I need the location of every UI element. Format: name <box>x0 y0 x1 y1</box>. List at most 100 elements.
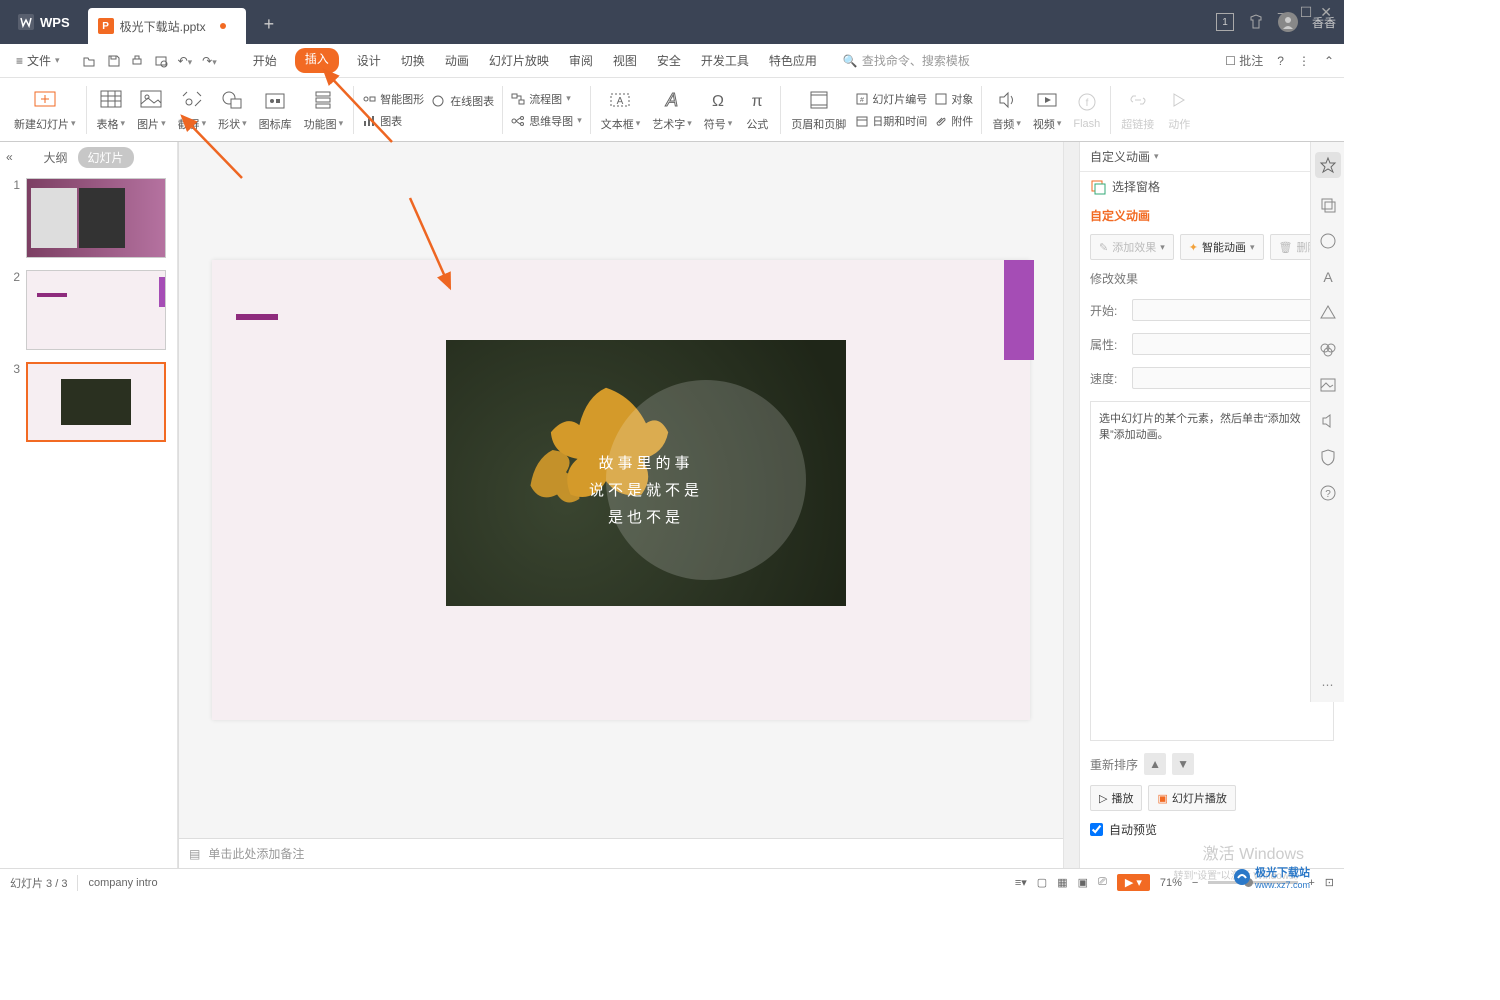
undo-icon[interactable]: ↶▾ <box>178 54 193 68</box>
document-tab[interactable]: P 极光下载站.pptx <box>88 8 246 44</box>
tab-transition[interactable]: 切换 <box>399 48 427 73</box>
open-icon[interactable] <box>82 54 96 68</box>
tab-developer[interactable]: 开发工具 <box>699 48 751 73</box>
sorter-view-icon[interactable]: ▦ <box>1057 876 1067 889</box>
slide-3[interactable]: 故事里的事 说不是就不是 是也不是 <box>212 260 1030 720</box>
notes-toggle-icon[interactable]: ≡▾ <box>1015 876 1027 889</box>
symbol-button[interactable]: Ω 符号▾ <box>698 80 739 140</box>
slide-thumb-3[interactable]: 3 <box>6 362 171 442</box>
table-button[interactable]: 表格▾ <box>91 80 132 140</box>
start-select[interactable] <box>1132 299 1334 321</box>
inserted-image[interactable]: 故事里的事 说不是就不是 是也不是 <box>446 340 846 606</box>
shield-side-icon[interactable] <box>1319 448 1337 466</box>
icon-library-icon <box>262 88 288 112</box>
object-button[interactable]: 对象 <box>935 91 973 107</box>
speed-select[interactable] <box>1132 367 1334 389</box>
move-down-button[interactable]: ▼ <box>1172 753 1194 775</box>
layers-side-icon[interactable] <box>1319 196 1337 214</box>
image-side-icon[interactable] <box>1319 376 1337 394</box>
formula-button[interactable]: π 公式 <box>738 80 776 140</box>
slide-thumb-2[interactable]: 2 <box>6 270 171 350</box>
notes-pane[interactable]: ▤ 单击此处添加备注 <box>179 838 1063 868</box>
shapes-side-icon[interactable] <box>1319 304 1337 322</box>
tab-view[interactable]: 视图 <box>611 48 639 73</box>
datetime-button[interactable]: 日期和时间 <box>856 113 927 129</box>
more-icon[interactable]: ⋮ <box>1298 54 1310 68</box>
object-icon <box>935 93 947 105</box>
screenshot-button[interactable]: 截屏▾ <box>172 80 213 140</box>
tab-special[interactable]: 特色应用 <box>767 48 819 73</box>
picture-button[interactable]: 图片▾ <box>131 80 172 140</box>
redo-icon[interactable]: ↷▾ <box>202 54 217 68</box>
print-icon[interactable] <box>130 54 144 68</box>
more-side-icon[interactable]: ⋯ <box>1322 678 1334 692</box>
tab-slideshow[interactable]: 幻灯片放映 <box>487 48 551 73</box>
slide-canvas-area[interactable]: 故事里的事 说不是就不是 是也不是 <box>179 142 1063 838</box>
icon-library-button[interactable]: 图标库 <box>253 80 298 140</box>
save-icon[interactable] <box>106 54 120 68</box>
number-icon: # <box>856 93 868 105</box>
collapse-ribbon-icon[interactable]: ⌃ <box>1324 54 1334 68</box>
new-tab-button[interactable]: + <box>264 14 275 35</box>
hyperlink-button: 超链接 <box>1115 80 1160 140</box>
audio-button[interactable]: 音频▾ <box>986 80 1027 140</box>
skin-icon[interactable] <box>1248 14 1264 30</box>
text-side-icon[interactable]: A <box>1319 268 1337 286</box>
shape-button[interactable]: 形状▾ <box>212 80 253 140</box>
tab-insert[interactable]: 插入 <box>295 48 339 73</box>
tab-home[interactable]: 开始 <box>251 48 279 73</box>
video-button[interactable]: 视频▾ <box>1027 80 1068 140</box>
wps-home-tab[interactable]: WPS <box>4 8 84 36</box>
new-slide-button[interactable]: 新建幻灯片▾ <box>8 80 82 140</box>
help-icon[interactable]: ? <box>1277 54 1284 68</box>
document-name: 极光下载站.pptx <box>120 18 206 35</box>
file-menu[interactable]: ≡ 文件 ▾ <box>10 52 66 69</box>
select-pane-row[interactable]: 选择窗格 <box>1080 172 1344 201</box>
slide-number-button[interactable]: #幻灯片编号 <box>856 91 927 107</box>
color-side-icon[interactable] <box>1319 340 1337 358</box>
command-search[interactable]: 🔍 查找命令、搜索模板 <box>843 52 970 69</box>
style-side-icon[interactable] <box>1319 232 1337 250</box>
collapse-pane-icon[interactable]: « <box>6 150 13 164</box>
autopreview-checkbox[interactable] <box>1090 823 1103 836</box>
fit-window-icon[interactable]: ⊡ <box>1325 876 1334 889</box>
play-slideshow-button[interactable]: ▶ ▾ <box>1117 874 1150 891</box>
slide-thumb-1[interactable]: 1 <box>6 178 171 258</box>
hamburger-icon: ≡ <box>16 54 23 68</box>
workspace-icon[interactable]: 1 <box>1216 13 1234 31</box>
print-preview-icon[interactable] <box>154 54 168 68</box>
link-icon <box>1125 88 1151 112</box>
chart-button[interactable]: 图表 <box>362 113 424 129</box>
tab-review[interactable]: 审阅 <box>567 48 595 73</box>
play-button[interactable]: ▷播放 <box>1090 785 1142 811</box>
online-chart-button[interactable]: 在线图表 <box>432 93 494 109</box>
help-side-icon[interactable]: ? <box>1319 484 1337 502</box>
smartart-button[interactable]: 智能图形 <box>362 91 424 107</box>
textbox-button[interactable]: A 文本框▾ <box>595 80 647 140</box>
attachment-button[interactable]: 附件 <box>935 113 973 129</box>
tab-design[interactable]: 设计 <box>355 48 383 73</box>
tab-animation[interactable]: 动画 <box>443 48 471 73</box>
present-view-icon[interactable]: ⎚ <box>1098 876 1107 889</box>
animation-side-icon[interactable] <box>1315 152 1341 178</box>
comments-button[interactable]: ☐ 批注 <box>1225 52 1263 69</box>
header-footer-button[interactable]: 页眉和页脚 <box>785 80 852 140</box>
wordart-button[interactable]: A 艺术字▾ <box>646 80 698 140</box>
tab-security[interactable]: 安全 <box>655 48 683 73</box>
slides-tab[interactable]: 幻灯片 <box>78 147 134 168</box>
outline-tab[interactable]: 大纲 <box>43 149 67 166</box>
function-pic-button[interactable]: 功能图▾ <box>298 80 350 140</box>
reading-view-icon[interactable]: ▣ <box>1078 876 1088 889</box>
user-avatar-icon[interactable] <box>1278 12 1298 32</box>
audio-side-icon[interactable] <box>1319 412 1337 430</box>
vertical-scrollbar[interactable] <box>1063 142 1079 868</box>
slideshow-button[interactable]: ▣幻灯片播放 <box>1148 785 1235 811</box>
user-name[interactable]: 香香 <box>1312 14 1336 31</box>
mindmap-button[interactable]: 思维导图▾ <box>511 113 582 129</box>
smart-anim-button[interactable]: ✦智能动画▾ <box>1180 234 1264 260</box>
move-up-button[interactable]: ▲ <box>1144 753 1166 775</box>
property-select[interactable] <box>1132 333 1334 355</box>
normal-view-icon[interactable]: ▢ <box>1037 876 1047 889</box>
insert-ribbon: 新建幻灯片▾ 表格▾ 图片▾ 截屏▾ 形状▾ 图标库 功能图▾ 智能图形 图表 … <box>0 78 1344 142</box>
flowchart-button[interactable]: 流程图▾ <box>511 91 582 107</box>
